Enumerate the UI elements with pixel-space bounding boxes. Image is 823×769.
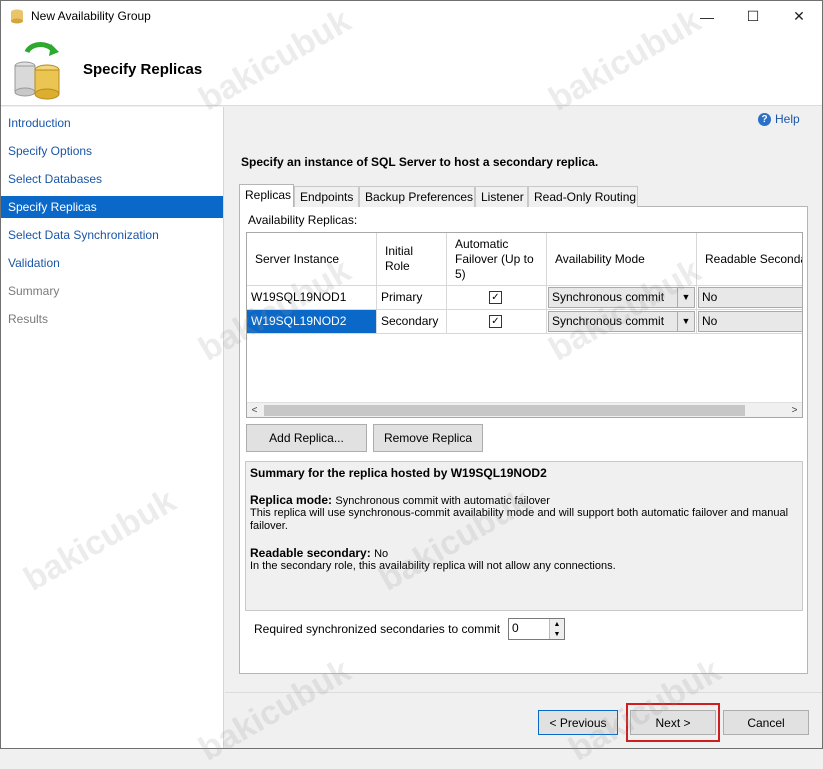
wizard-window: New Availability Group — ☐ ✕ Specify Rep… — [0, 0, 823, 769]
instruction-text: Specify an instance of SQL Server to hos… — [241, 155, 599, 169]
availability-replicas-label: Availability Replicas: — [248, 213, 358, 227]
tab-replicas[interactable]: Replicas — [239, 184, 294, 207]
readable-secondary-dropdown[interactable]: No — [698, 287, 802, 308]
footer-divider — [225, 692, 822, 693]
scroll-right-icon[interactable]: > — [787, 403, 802, 417]
maximize-button[interactable]: ☐ — [730, 1, 776, 32]
page-title: Specify Replicas — [83, 61, 203, 78]
server-instance-cell[interactable]: W19SQL19NOD1 — [247, 286, 377, 310]
chevron-down-icon: ▼ — [677, 288, 694, 307]
replica-mode-label: Replica mode: — [250, 493, 333, 507]
wizard-nav: Introduction Specify Options Select Data… — [1, 107, 224, 748]
stepper-up-icon[interactable]: ▲ — [550, 619, 564, 629]
table-row[interactable]: W19SQL19NOD2 Secondary ✓ Synchronous com… — [247, 310, 802, 334]
column-header[interactable]: Automatic Failover (Up to 5) — [447, 233, 547, 286]
column-header[interactable]: Server Instance — [247, 233, 377, 286]
replicas-grid: Server Instance Initial Role Automatic F… — [246, 232, 803, 418]
readable-secondary-cell: No — [697, 286, 802, 310]
previous-button[interactable]: < Previous — [538, 710, 618, 735]
window-title: New Availability Group — [31, 9, 151, 23]
database-refresh-icon — [14, 42, 60, 100]
next-button[interactable]: Next > — [630, 710, 716, 735]
nav-item-specify-options[interactable]: Specify Options — [1, 140, 223, 162]
readable-secondary-value: No — [374, 548, 389, 560]
readable-secondary-cell: No — [697, 310, 802, 334]
replica-mode-value: Synchronous commit with automatic failov… — [335, 495, 550, 507]
initial-role-cell: Secondary — [377, 310, 447, 334]
availability-mode-value: Synchronous commit — [552, 290, 665, 304]
close-button[interactable]: ✕ — [776, 1, 822, 32]
automatic-failover-checkbox[interactable]: ✓ — [489, 291, 502, 304]
column-header[interactable]: Availability Mode — [547, 233, 697, 286]
app-icon — [11, 9, 23, 24]
readable-secondary-heading: Readable secondary: No — [250, 546, 798, 560]
column-header[interactable]: Readable Secondar — [697, 233, 802, 286]
nav-item-select-data-sync[interactable]: Select Data Synchronization — [1, 224, 223, 246]
horizontal-scrollbar[interactable]: < > — [247, 402, 802, 417]
scrollbar-thumb[interactable] — [264, 405, 745, 416]
readable-secondary-dropdown[interactable]: No — [698, 311, 802, 332]
wizard-header: Specify Replicas — [1, 32, 822, 106]
availability-mode-cell: Synchronous commit ▼ — [547, 286, 697, 310]
minimize-button[interactable]: — — [684, 1, 730, 32]
summary-title: Summary for the replica hosted by W19SQL… — [250, 466, 547, 480]
title-bar: New Availability Group — ☐ ✕ — [1, 1, 822, 32]
nav-item-validation[interactable]: Validation — [1, 252, 223, 274]
scroll-left-icon[interactable]: < — [247, 403, 262, 417]
column-header[interactable]: Initial Role — [377, 233, 447, 286]
readable-secondary-label: Readable secondary: — [250, 546, 371, 560]
replica-summary: Summary for the replica hosted by W19SQL… — [245, 461, 803, 611]
stepper-down-icon[interactable]: ▼ — [550, 629, 564, 639]
initial-role-cell: Primary — [377, 286, 447, 310]
availability-mode-dropdown[interactable]: Synchronous commit ▼ — [548, 287, 695, 308]
required-sync-stepper[interactable]: 0 ▲ ▼ — [508, 618, 565, 640]
failover-cell: ✓ — [447, 286, 547, 310]
availability-mode-value: Synchronous commit — [552, 314, 665, 328]
help-link[interactable]: ? Help — [758, 112, 800, 126]
stepper-buttons: ▲ ▼ — [549, 619, 564, 639]
help-label: Help — [775, 112, 800, 126]
tab-backup-preferences[interactable]: Backup Preferences — [359, 186, 475, 207]
nav-item-introduction[interactable]: Introduction — [1, 112, 223, 134]
readable-secondary-description: In the secondary role, this availability… — [250, 560, 616, 572]
help-icon: ? — [758, 112, 771, 126]
required-sync-value[interactable]: 0 — [512, 621, 519, 635]
nav-item-select-databases[interactable]: Select Databases — [1, 168, 223, 190]
automatic-failover-checkbox[interactable]: ✓ — [489, 315, 502, 328]
add-replica-button[interactable]: Add Replica... — [246, 424, 367, 452]
cancel-button[interactable]: Cancel — [723, 710, 809, 735]
tab-endpoints[interactable]: Endpoints — [294, 186, 359, 207]
table-row[interactable]: W19SQL19NOD1 Primary ✓ Synchronous commi… — [247, 286, 802, 310]
replica-mode-description: This replica will use synchronous-commit… — [250, 507, 789, 532]
remove-replica-button[interactable]: Remove Replica — [373, 424, 483, 452]
server-instance-cell[interactable]: W19SQL19NOD2 — [247, 310, 377, 334]
failover-cell: ✓ — [447, 310, 547, 334]
chevron-down-icon: ▼ — [677, 312, 694, 331]
tab-read-only-routing[interactable]: Read-Only Routing — [528, 186, 638, 207]
availability-mode-cell: Synchronous commit ▼ — [547, 310, 697, 334]
nav-item-results: Results — [8, 312, 49, 326]
replica-mode-heading: Replica mode: Synchronous commit with au… — [250, 493, 798, 507]
nav-item-specify-replicas[interactable]: Specify Replicas — [1, 196, 223, 218]
availability-mode-dropdown[interactable]: Synchronous commit ▼ — [548, 311, 695, 332]
nav-item-summary: Summary — [8, 284, 60, 298]
required-sync-label: Required synchronized secondaries to com… — [254, 622, 501, 636]
tab-listener[interactable]: Listener — [475, 186, 528, 207]
